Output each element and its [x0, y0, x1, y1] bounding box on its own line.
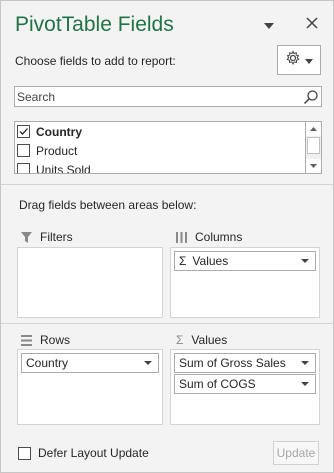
values-label-text: Values: [191, 333, 228, 347]
filters-area-label: Filters: [21, 230, 73, 244]
values-cogs-chip[interactable]: Sum of COGS: [174, 374, 316, 394]
field-list: Country Product Units Sold: [14, 121, 322, 174]
pivottable-fields-pane: PivotTable Fields Choose fields to add t…: [0, 0, 334, 473]
columns-drop-area[interactable]: Σ Values: [170, 247, 320, 318]
filters-drop-area[interactable]: [17, 247, 163, 318]
columns-label-text: Columns: [195, 230, 243, 244]
rows-country-chip-label: Country: [26, 356, 69, 370]
gear-icon: [285, 49, 301, 71]
scroll-up-button[interactable]: [306, 122, 321, 136]
values-area-label: Σ Values: [176, 333, 227, 347]
defer-layout-checkbox[interactable]: [18, 447, 31, 460]
choose-fields-label: Choose fields to add to report:: [15, 54, 176, 68]
field-item-units-sold[interactable]: Units Sold: [15, 160, 91, 174]
filter-icon: [21, 231, 32, 243]
defer-layout-label: Defer Layout Update: [38, 446, 149, 460]
chevron-up-icon: [310, 126, 317, 133]
columns-values-chip-label: Values: [192, 254, 229, 268]
columns-area-label: Columns: [176, 230, 242, 244]
search-box: [14, 86, 322, 107]
filters-label-text: Filters: [40, 230, 73, 244]
chevron-down-icon: [310, 163, 317, 170]
field-list-scrollbar[interactable]: [305, 122, 321, 173]
columns-icon: [176, 231, 187, 243]
field-item-product[interactable]: Product: [15, 141, 77, 160]
sigma-icon: Σ: [179, 254, 187, 268]
rows-icon: [21, 334, 32, 346]
sigma-icon: Σ: [176, 333, 184, 347]
pane-title: PivotTable Fields: [15, 13, 174, 36]
columns-values-chip[interactable]: Σ Values: [174, 251, 316, 271]
area-divider: [1, 323, 334, 324]
chevron-down-icon[interactable]: [301, 382, 309, 386]
field-label-units-sold: Units Sold: [36, 162, 91, 174]
values-cogs-chip-label: Sum of COGS: [179, 377, 256, 391]
field-label-product: Product: [36, 143, 78, 158]
search-input[interactable]: [15, 87, 321, 106]
values-drop-area[interactable]: Sum of Gross Sales Sum of COGS: [170, 349, 320, 425]
field-checkbox-units-sold[interactable]: [17, 163, 30, 173]
chevron-down-icon: [305, 51, 313, 69]
field-list-settings-button[interactable]: [277, 45, 321, 75]
scroll-down-button[interactable]: [306, 159, 321, 173]
values-gross-sales-chip-label: Sum of Gross Sales: [179, 356, 286, 370]
close-pane-button[interactable]: [303, 15, 321, 33]
drag-fields-label: Drag fields between areas below:: [19, 198, 197, 212]
section-divider: [1, 184, 334, 185]
field-checkbox-product[interactable]: [17, 144, 30, 157]
chevron-down-icon[interactable]: [301, 259, 309, 263]
update-button[interactable]: Update: [273, 441, 319, 465]
rows-label-text: Rows: [40, 333, 71, 347]
close-icon: [306, 16, 318, 32]
rows-drop-area[interactable]: Country: [17, 349, 163, 425]
chevron-down-icon[interactable]: [301, 361, 309, 365]
values-gross-sales-chip[interactable]: Sum of Gross Sales: [174, 353, 316, 373]
pane-options-button[interactable]: [260, 15, 278, 33]
scrollbar-thumb[interactable]: [307, 137, 320, 154]
search-icon[interactable]: [303, 89, 319, 110]
rows-country-chip[interactable]: Country: [21, 353, 159, 373]
field-label-country: Country: [36, 124, 82, 139]
field-item-country[interactable]: Country: [15, 122, 82, 141]
field-checkbox-country[interactable]: [17, 125, 30, 138]
chevron-down-icon: [264, 16, 274, 32]
chevron-down-icon[interactable]: [144, 361, 152, 365]
rows-area-label: Rows: [21, 333, 70, 347]
